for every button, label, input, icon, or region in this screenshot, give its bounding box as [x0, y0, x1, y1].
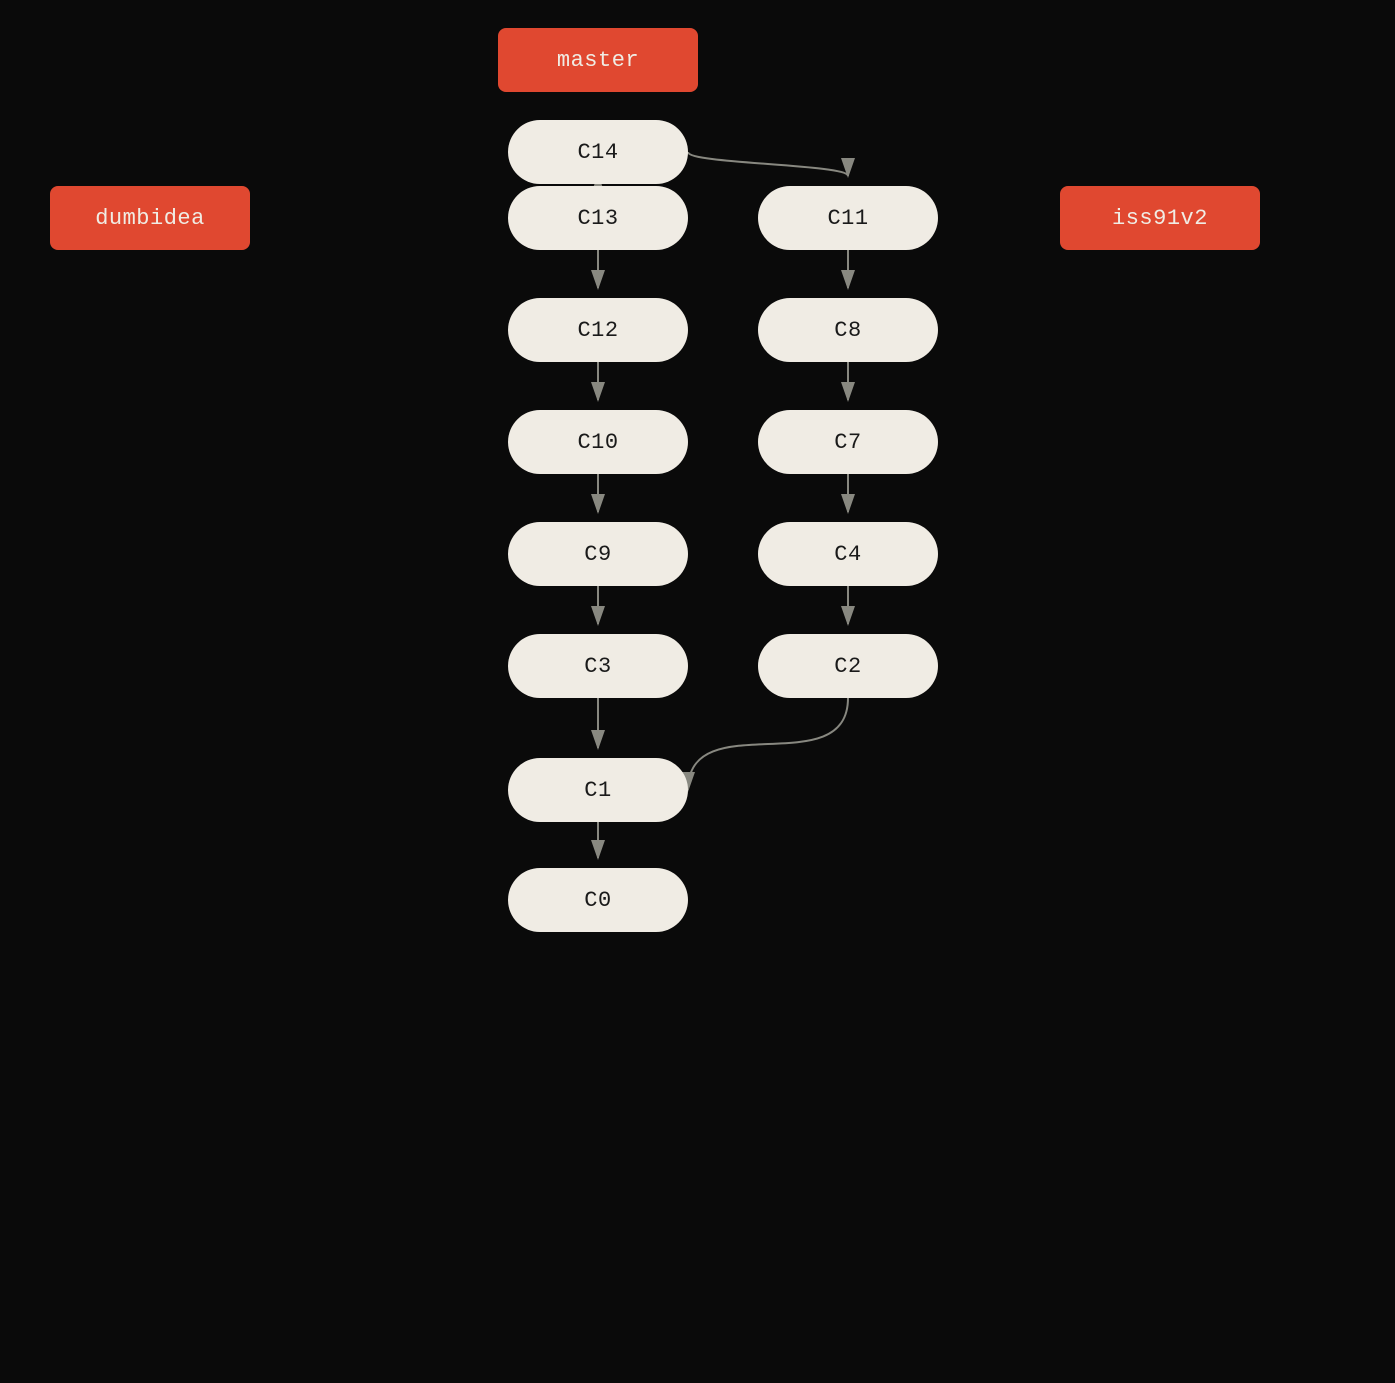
branch-master: master — [498, 28, 698, 92]
commit-C3: C3 — [508, 634, 688, 698]
commit-C12: C12 — [508, 298, 688, 362]
branch-master-label: master — [557, 48, 639, 73]
branch-iss91v2: iss91v2 — [1060, 186, 1260, 250]
commit-C1: C1 — [508, 758, 688, 822]
branch-dumbidea: dumbidea — [50, 186, 250, 250]
commit-C7: C7 — [758, 410, 938, 474]
branch-iss91v2-label: iss91v2 — [1112, 206, 1208, 231]
commit-C11: C11 — [758, 186, 938, 250]
commit-C14: C14 — [508, 120, 688, 184]
commit-C10: C10 — [508, 410, 688, 474]
diagram-container: master dumbidea iss91v2 C14 C13 C12 C10 … — [0, 0, 1395, 1383]
commit-C2: C2 — [758, 634, 938, 698]
commit-C13: C13 — [508, 186, 688, 250]
commit-C0: C0 — [508, 868, 688, 932]
commit-C4: C4 — [758, 522, 938, 586]
commit-C8: C8 — [758, 298, 938, 362]
commit-C9: C9 — [508, 522, 688, 586]
branch-dumbidea-label: dumbidea — [95, 206, 205, 231]
